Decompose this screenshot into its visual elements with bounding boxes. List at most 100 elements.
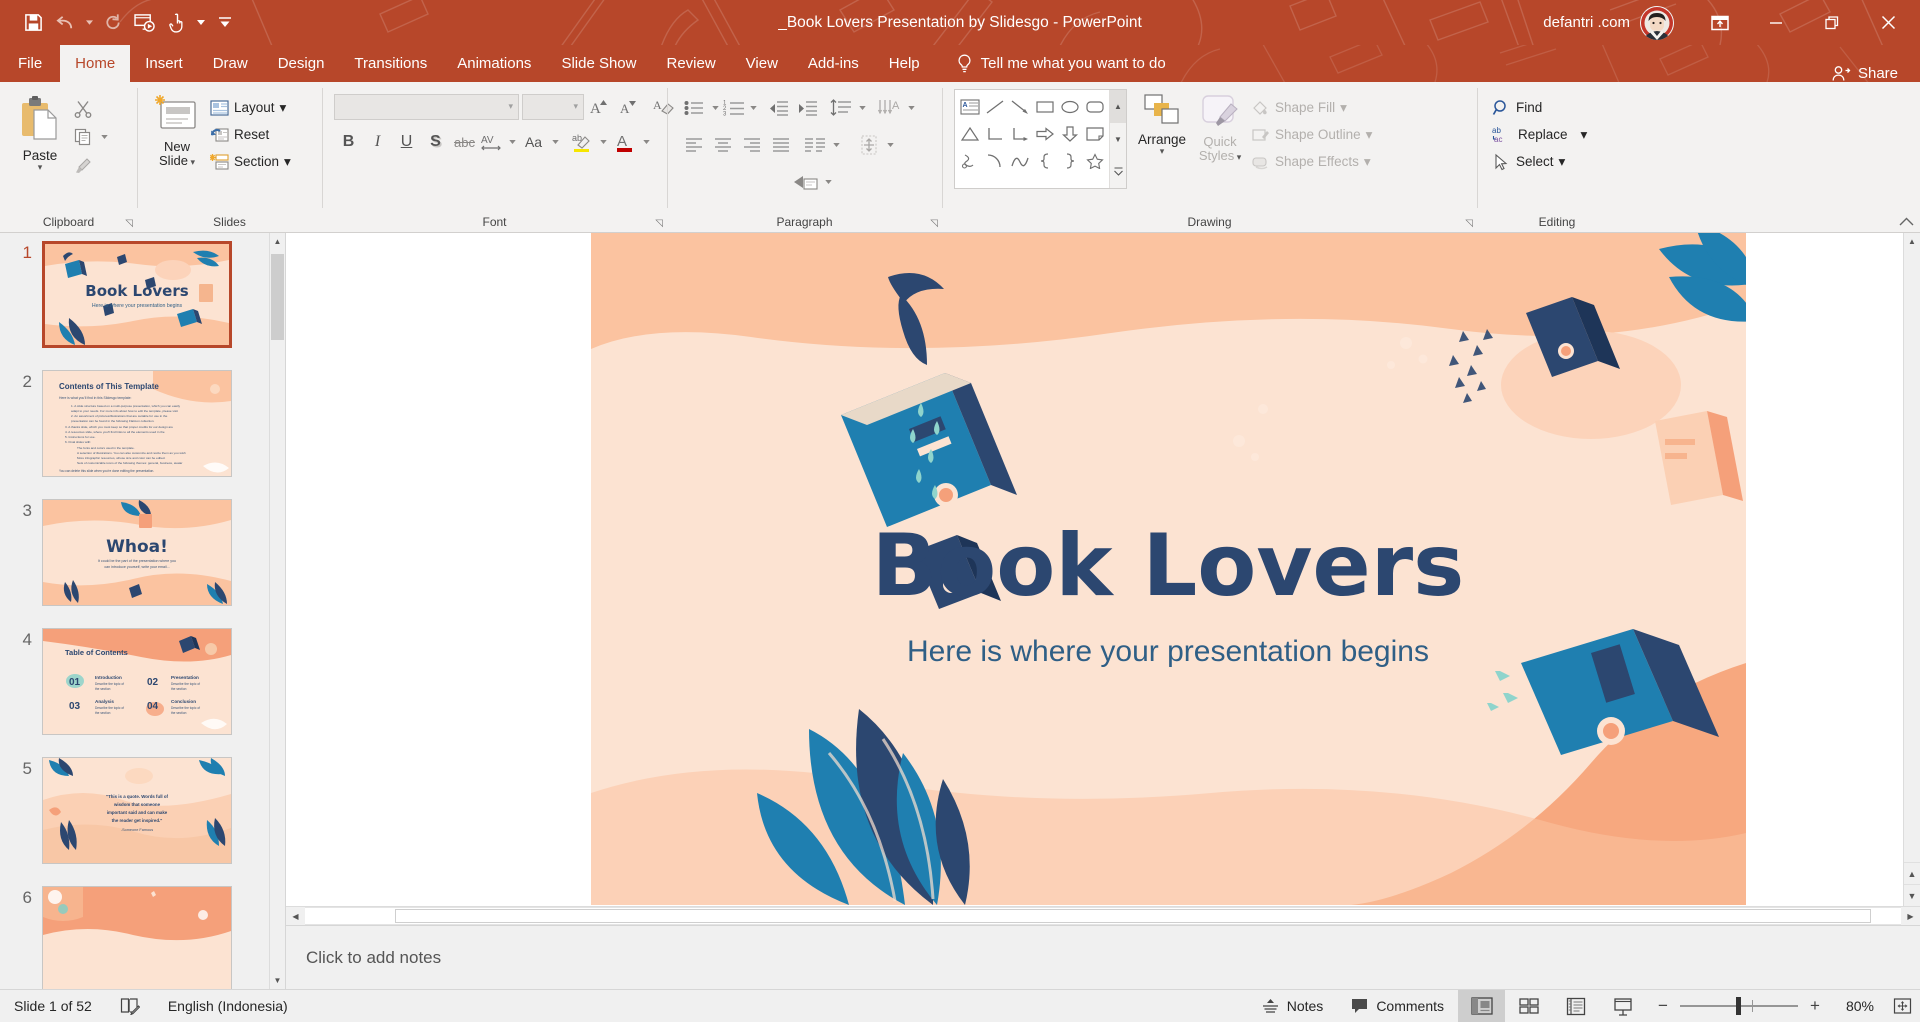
zoom-slider[interactable]: − + 80%: [1646, 996, 1884, 1016]
shape-outline-caret-icon[interactable]: ▾: [1366, 127, 1373, 143]
change-case-caret[interactable]: [548, 127, 562, 157]
slide-vertical-scrollbar[interactable]: ▲ ▲ ▼: [1903, 233, 1920, 906]
shape-left-brace[interactable]: [1032, 147, 1057, 174]
tab-animations[interactable]: Animations: [442, 45, 546, 82]
thumbnail-slide-5[interactable]: 5 "This is a quote. Words full of wisdom…: [0, 757, 269, 886]
shape-outline-button[interactable]: Shape Outline ▾: [1248, 121, 1378, 148]
shape-isosceles-triangle[interactable]: [957, 120, 982, 147]
shape-fill-caret-icon[interactable]: ▾: [1340, 100, 1347, 116]
shape-curve[interactable]: [1007, 147, 1032, 174]
tab-slide-show[interactable]: Slide Show: [546, 45, 651, 82]
zoom-level-text[interactable]: 80%: [1832, 998, 1874, 1014]
shape-effects-button[interactable]: Shape Effects ▾: [1248, 148, 1378, 175]
tab-review[interactable]: Review: [651, 45, 730, 82]
normal-view-button[interactable]: [1458, 989, 1505, 1022]
tab-design[interactable]: Design: [263, 45, 340, 82]
zoom-out-button[interactable]: −: [1656, 996, 1670, 1016]
thumbnail-frame-5[interactable]: "This is a quote. Words full of wisdom t…: [42, 757, 232, 864]
tab-insert[interactable]: Insert: [130, 45, 198, 82]
arrange-button[interactable]: Arrange ▾: [1132, 89, 1192, 159]
tab-draw[interactable]: Draw: [198, 45, 263, 82]
shrink-font-button[interactable]: A: [613, 93, 642, 120]
paste-caret-icon[interactable]: ▾: [38, 163, 43, 172]
grow-font-button[interactable]: A: [584, 93, 613, 120]
tell-me-search[interactable]: Tell me what you want to do: [935, 45, 1180, 82]
thumbnail-slide-3[interactable]: 3 Whoa! It could be the part of the pres…: [0, 499, 269, 628]
shape-line[interactable]: [982, 93, 1007, 120]
avatar[interactable]: [1640, 5, 1674, 40]
quick-styles-caret-icon[interactable]: ▾: [1234, 152, 1242, 162]
shapes-gallery-scrollbar[interactable]: ▲ ▼: [1109, 90, 1126, 188]
thumbnail-frame-3[interactable]: Whoa! It could be the part of the presen…: [42, 499, 232, 606]
thumbnail-slide-1[interactable]: 1 Book Lovers Here is where your present…: [0, 241, 269, 370]
columns-caret[interactable]: [829, 130, 843, 160]
shape-text-box[interactable]: A: [957, 93, 982, 120]
save-icon[interactable]: [18, 8, 48, 38]
new-slide-button[interactable]: New Slide ▾: [147, 89, 207, 171]
slide-horizontal-scrollbar[interactable]: ◀ ▶: [286, 906, 1920, 925]
touch-mouse-mode-icon[interactable]: [162, 8, 192, 38]
redo-icon[interactable]: [98, 8, 128, 38]
underline-button[interactable]: U: [392, 129, 421, 156]
slide-sorter-view-button[interactable]: [1505, 990, 1552, 1022]
tab-home[interactable]: Home: [60, 45, 131, 82]
thumbnail-scroll-up-icon[interactable]: ▲: [270, 233, 285, 250]
shape-down-arrow[interactable]: [1057, 120, 1082, 147]
bold-button[interactable]: B: [334, 129, 363, 156]
reading-view-button[interactable]: [1552, 990, 1599, 1022]
collapse-ribbon-icon[interactable]: [1899, 215, 1914, 230]
shape-fill-button[interactable]: Shape Fill ▾: [1248, 94, 1378, 121]
current-slide[interactable]: Book Lovers Here is where your presentat…: [591, 233, 1746, 905]
paragraph-dialog-launcher[interactable]: ◹: [930, 218, 938, 229]
text-direction-button[interactable]: A: [875, 95, 904, 122]
comments-button[interactable]: Comments: [1337, 990, 1458, 1022]
fit-slide-to-window-button[interactable]: [1884, 990, 1920, 1022]
minimize-icon[interactable]: [1748, 0, 1804, 45]
section-caret-icon[interactable]: ▾: [284, 154, 291, 170]
convert-to-smartart-button[interactable]: [791, 169, 821, 196]
change-case-button[interactable]: Aa: [519, 129, 548, 156]
thumbnail-scroll-down-icon[interactable]: ▼: [270, 972, 285, 989]
highlight-caret[interactable]: [596, 127, 610, 157]
layout-caret-icon[interactable]: ▾: [280, 100, 287, 116]
numbering-caret[interactable]: [746, 93, 760, 123]
text-highlight-button[interactable]: ab: [567, 129, 596, 156]
text-shadow-button[interactable]: S: [421, 129, 450, 156]
hscroll-thumb[interactable]: [395, 909, 1871, 923]
shape-right-arrow[interactable]: [1032, 120, 1057, 147]
thumbnail-frame-4[interactable]: Table of Contents 01 Introduction Descri…: [42, 628, 232, 735]
align-left-button[interactable]: [679, 132, 708, 159]
close-icon[interactable]: [1860, 0, 1916, 45]
slide-thumbnail-list[interactable]: 1 Book Lovers Here is where your present…: [0, 233, 269, 989]
tab-add-ins[interactable]: Add-ins: [793, 45, 874, 82]
shape-scribble[interactable]: [957, 147, 982, 174]
start-from-beginning-icon[interactable]: [130, 8, 160, 38]
find-button[interactable]: Find: [1489, 94, 1593, 121]
shape-arc[interactable]: [982, 147, 1007, 174]
shape-effects-caret-icon[interactable]: ▾: [1364, 154, 1371, 170]
font-color-button[interactable]: A: [610, 129, 639, 156]
clipboard-dialog-launcher[interactable]: ◹: [125, 218, 133, 229]
section-button[interactable]: Section ▾: [207, 148, 297, 175]
shape-five-point-star[interactable]: [1082, 147, 1107, 174]
hscroll-left-icon[interactable]: ◀: [286, 907, 305, 925]
line-spacing-button[interactable]: [826, 95, 855, 122]
select-caret-icon[interactable]: ▾: [1559, 154, 1566, 170]
replace-caret-icon[interactable]: ▾: [1581, 127, 1588, 143]
increase-indent-button[interactable]: [793, 95, 822, 122]
thumbnail-frame-6[interactable]: [42, 886, 232, 989]
align-text-button[interactable]: [854, 132, 883, 159]
hscroll-right-icon[interactable]: ▶: [1901, 907, 1920, 925]
font-size-combo[interactable]: ▾: [522, 93, 584, 120]
drawing-dialog-launcher[interactable]: ◹: [1465, 218, 1473, 229]
font-color-caret[interactable]: [639, 127, 653, 157]
smartart-caret[interactable]: [821, 167, 835, 197]
ribbon-display-options-icon[interactable]: [1692, 0, 1748, 45]
align-right-button[interactable]: [737, 132, 766, 159]
replace-button[interactable]: ab ac Replace ▾: [1489, 121, 1593, 148]
shape-elbow-connector[interactable]: [982, 120, 1007, 147]
cut-button[interactable]: [68, 95, 97, 122]
numbering-button[interactable]: 123: [722, 95, 746, 122]
thumbnail-scroll-thumb[interactable]: [271, 254, 284, 340]
strikethrough-button[interactable]: abc: [450, 129, 479, 156]
